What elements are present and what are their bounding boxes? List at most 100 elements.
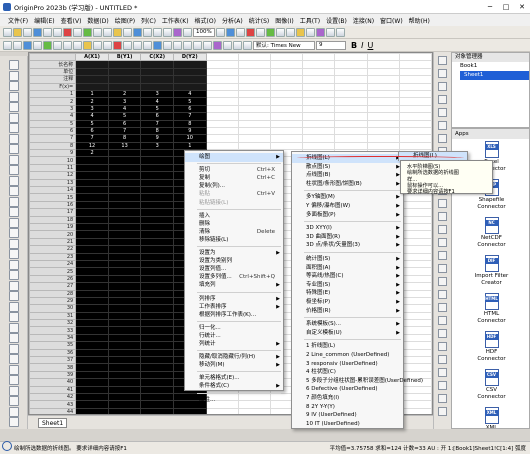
empty-col[interactable] xyxy=(269,53,304,62)
data-cell[interactable] xyxy=(107,267,142,276)
empty-col[interactable] xyxy=(302,82,336,91)
tool-icon[interactable] xyxy=(9,196,19,207)
data-cell[interactable] xyxy=(140,341,174,350)
empty-col[interactable] xyxy=(366,126,400,136)
empty-col[interactable] xyxy=(205,407,239,414)
data-cell[interactable]: 4 xyxy=(75,112,109,121)
empty-col[interactable] xyxy=(366,67,400,77)
empty-col[interactable] xyxy=(269,119,304,128)
menu-item[interactable]: 自定义模板(U) ▶ xyxy=(292,329,403,338)
row-header[interactable]: 单位 xyxy=(29,67,77,77)
empty-col[interactable] xyxy=(398,333,432,343)
data-cell[interactable] xyxy=(140,237,174,247)
sheet-node[interactable]: Sheet1 xyxy=(460,71,529,80)
data-cell[interactable] xyxy=(75,304,109,313)
data-cell[interactable] xyxy=(140,407,174,414)
data-cell[interactable]: 7 xyxy=(107,126,142,136)
menu-item[interactable]: 价格图(R) ▶ xyxy=(292,307,403,316)
row-header[interactable]: 23 xyxy=(29,252,77,261)
data-cell[interactable] xyxy=(107,252,142,261)
data-cell[interactable]: 3 xyxy=(75,104,109,114)
row-header[interactable]: 27 xyxy=(29,282,77,291)
row-header[interactable]: 44 xyxy=(29,407,77,414)
tool-icon[interactable] xyxy=(9,417,19,427)
empty-col[interactable] xyxy=(334,141,368,151)
right-tool-icon[interactable] xyxy=(438,264,447,273)
empty-col[interactable] xyxy=(366,104,400,114)
empty-col[interactable] xyxy=(398,208,432,217)
data-cell[interactable]: 6 xyxy=(107,119,142,128)
tool-icon[interactable] xyxy=(9,91,19,102)
empty-col[interactable] xyxy=(237,89,271,99)
data-cell[interactable] xyxy=(75,222,109,232)
tool-icon[interactable] xyxy=(9,249,19,259)
data-cell[interactable] xyxy=(140,222,174,232)
data-cell[interactable] xyxy=(75,341,109,350)
data-cell[interactable] xyxy=(140,282,174,291)
data-cell[interactable] xyxy=(140,296,174,306)
row-header[interactable]: 3 xyxy=(29,104,77,114)
right-tool-icon[interactable] xyxy=(438,56,447,65)
data-cell[interactable] xyxy=(140,304,174,313)
right-tool-icon[interactable] xyxy=(438,251,447,260)
row-header[interactable]: 注释 xyxy=(29,75,77,84)
data-cell[interactable] xyxy=(107,282,142,291)
data-cell[interactable] xyxy=(75,363,109,372)
data-cell[interactable] xyxy=(75,311,109,321)
tool-icon[interactable] xyxy=(9,238,19,249)
tool-icon[interactable] xyxy=(9,133,19,144)
empty-col[interactable] xyxy=(269,104,304,114)
data-cell[interactable] xyxy=(75,245,109,254)
data-cell[interactable] xyxy=(75,163,109,173)
empty-col[interactable] xyxy=(398,289,432,298)
font-combo[interactable]: 默认: Times New xyxy=(253,40,315,50)
data-cell[interactable] xyxy=(140,326,174,335)
empty-col[interactable] xyxy=(366,97,400,106)
empty-col[interactable] xyxy=(398,60,432,69)
data-cell[interactable] xyxy=(107,222,142,232)
data-cell[interactable] xyxy=(107,400,142,409)
data-cell[interactable] xyxy=(140,385,174,394)
menu-item[interactable]: 移除链接(L) xyxy=(185,236,283,245)
row-header[interactable]: 1 xyxy=(29,89,77,99)
empty-col[interactable] xyxy=(366,53,400,62)
row-header[interactable]: 24 xyxy=(29,259,77,269)
tool-icon[interactable] xyxy=(9,217,19,228)
row-header[interactable]: 15 xyxy=(29,193,77,202)
right-tool-icon[interactable] xyxy=(438,316,447,325)
right-tool-icon[interactable] xyxy=(438,108,447,117)
empty-col[interactable] xyxy=(269,89,304,99)
empty-col[interactable] xyxy=(334,134,368,143)
row-header[interactable]: 19 xyxy=(29,222,77,232)
tool-icon[interactable] xyxy=(9,186,19,196)
data-cell[interactable] xyxy=(75,370,109,380)
data-cell[interactable] xyxy=(107,326,142,335)
empty-col[interactable] xyxy=(302,141,336,151)
empty-col[interactable] xyxy=(302,97,336,106)
empty-col[interactable] xyxy=(237,126,271,136)
data-cell[interactable] xyxy=(75,193,109,202)
empty-col[interactable] xyxy=(302,119,336,128)
empty-col[interactable] xyxy=(302,60,336,69)
empty-col[interactable] xyxy=(366,134,400,143)
empty-col[interactable] xyxy=(398,230,432,239)
empty-col[interactable] xyxy=(398,82,432,91)
data-cell[interactable] xyxy=(140,370,174,380)
data-cell[interactable] xyxy=(107,311,142,321)
row-header[interactable]: 17 xyxy=(29,208,77,217)
empty-col[interactable] xyxy=(398,245,432,254)
menu-4[interactable]: 绘图(P) xyxy=(115,16,135,25)
sheet-tab[interactable]: Sheet1 xyxy=(38,418,68,428)
empty-col[interactable] xyxy=(366,75,400,84)
data-cell[interactable] xyxy=(75,282,109,291)
menu-6[interactable]: 工作表(K) xyxy=(162,16,189,25)
data-cell[interactable] xyxy=(107,274,142,284)
row-header[interactable]: 11 xyxy=(29,163,77,173)
empty-col[interactable] xyxy=(205,97,239,106)
column-header[interactable]: D(Y2) xyxy=(172,53,207,62)
row-header[interactable]: 33 xyxy=(29,326,77,335)
empty-col[interactable] xyxy=(398,237,432,247)
tool-icon[interactable] xyxy=(9,112,19,123)
menu-5[interactable]: 列(C) xyxy=(141,16,156,25)
data-cell[interactable] xyxy=(140,186,174,195)
